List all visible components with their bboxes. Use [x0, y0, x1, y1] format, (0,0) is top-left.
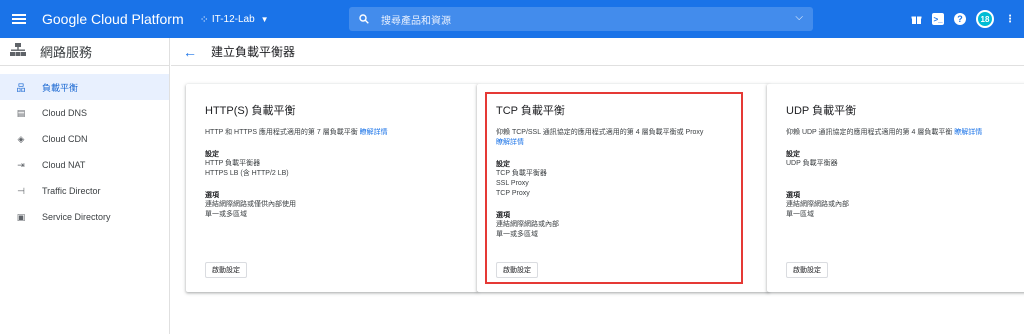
main-menu-button[interactable]	[0, 0, 38, 38]
sidebar-item-traffic-director[interactable]: ⊣ Traffic Director	[0, 178, 169, 204]
learn-more-link[interactable]: 瞭解詳情	[360, 129, 388, 136]
options-line: 單一區域	[786, 211, 814, 218]
project-dots-icon: ⁘	[199, 13, 209, 26]
load-balancing-icon: 品	[16, 82, 26, 93]
terminal-icon[interactable]: >_	[932, 13, 944, 25]
config-line: HTTP 負載平衡器	[205, 160, 261, 167]
project-name: IT-12-Lab	[211, 13, 255, 25]
card-description: HTTP 和 HTTPS 應用程式適用的第 7 層負載平衡 瞭解詳情	[205, 128, 459, 138]
search-expand-icon[interactable]: ⌵	[795, 12, 803, 23]
card-desc-text: 仰賴 UDP 通訊協定的應用程式適用的第 4 層負載平衡	[786, 129, 953, 136]
sidebar-item-label: Cloud DNS	[42, 108, 88, 118]
sidebar-item-cloud-dns[interactable]: ▤ Cloud DNS	[0, 100, 169, 126]
learn-more-link[interactable]: 瞭解詳情	[954, 129, 982, 136]
chevron-down-icon: ▼	[260, 14, 269, 24]
back-arrow-icon[interactable]: ←	[183, 44, 197, 60]
brand-title[interactable]: Google Cloud Platform	[42, 11, 184, 27]
search-icon	[359, 14, 369, 24]
options-line: 單一或多區域	[205, 211, 247, 218]
help-icon[interactable]: ?	[954, 13, 966, 25]
sidebar: 網路服務 品 負載平衡 ▤ Cloud DNS ◈ Cloud CDN ⇥ Cl…	[0, 38, 170, 334]
sidebar-item-service-directory[interactable]: ▣ Service Directory	[0, 204, 169, 230]
page-title: 建立負載平衡器	[211, 45, 296, 59]
card-http-lb: HTTP(S) 負載平衡 HTTP 和 HTTPS 應用程式適用的第 7 層負載…	[186, 84, 478, 292]
config-label: 設定	[205, 151, 219, 158]
search-input[interactable]: 搜尋產品和資源 ⌵	[349, 7, 813, 31]
start-config-button[interactable]: 啟動設定	[205, 262, 247, 278]
page-header: ← 建立負載平衡器	[171, 38, 1024, 66]
sidebar-item-label: Cloud CDN	[42, 134, 88, 144]
sidebar-item-cloud-nat[interactable]: ⇥ Cloud NAT	[0, 152, 169, 178]
cdn-icon: ◈	[17, 133, 25, 144]
sidebar-header: 網路服務	[0, 38, 169, 66]
sidebar-item-label: Traffic Director	[42, 186, 101, 196]
start-config-button[interactable]: 啟動設定	[786, 262, 828, 278]
service-directory-icon: ▣	[16, 211, 26, 222]
dns-icon: ▤	[16, 107, 26, 118]
avatar[interactable]: 18	[976, 10, 994, 28]
sidebar-item-label: Service Directory	[42, 212, 111, 222]
search-placeholder: 搜尋產品和資源	[381, 15, 451, 27]
top-app-bar: Google Cloud Platform ⁘ IT-12-Lab ▼ 搜尋產品…	[0, 0, 1024, 38]
nat-icon: ⇥	[17, 159, 25, 170]
options-label: 選項	[205, 192, 219, 199]
card-title: HTTP(S) 負載平衡	[205, 105, 296, 117]
options-line: 連結網際網路或內部	[786, 201, 849, 208]
sidebar-item-cloud-cdn[interactable]: ◈ Cloud CDN	[0, 126, 169, 152]
card-udp-lb: UDP 負載平衡 仰賴 UDP 通訊協定的應用程式適用的第 4 層負載平衡 瞭解…	[767, 84, 1024, 292]
card-title: UDP 負載平衡	[786, 105, 857, 117]
hamburger-icon	[12, 14, 26, 24]
highlight-box	[485, 92, 743, 284]
card-description: 仰賴 UDP 通訊協定的應用程式適用的第 4 層負載平衡 瞭解詳情	[786, 128, 1018, 138]
config-line: HTTPS LB (含 HTTP/2 LB)	[205, 170, 289, 177]
sidebar-item-load-balancing[interactable]: 品 負載平衡	[0, 74, 169, 100]
traffic-director-icon: ⊣	[17, 185, 25, 196]
options-line: 連結網際網路或僅供內部使用	[205, 201, 296, 208]
config-line: UDP 負載平衡器	[786, 160, 838, 167]
main-content: HTTP(S) 負載平衡 HTTP 和 HTTPS 應用程式適用的第 7 層負載…	[171, 67, 1024, 334]
sidebar-item-label: Cloud NAT	[42, 160, 86, 170]
options-label: 選項	[786, 192, 800, 199]
card-desc-text: HTTP 和 HTTPS 應用程式適用的第 7 層負載平衡	[205, 129, 358, 136]
top-actions: >_ ? 18 ⋮	[910, 0, 1016, 38]
project-selector[interactable]: ⁘ IT-12-Lab ▼	[200, 13, 269, 26]
config-label: 設定	[786, 151, 800, 158]
network-services-icon	[10, 43, 26, 60]
more-vert-icon[interactable]: ⋮	[1004, 13, 1016, 25]
gift-icon[interactable]	[910, 13, 922, 25]
sidebar-title: 網路服務	[40, 45, 93, 60]
sidebar-item-label: 負載平衡	[42, 82, 79, 93]
